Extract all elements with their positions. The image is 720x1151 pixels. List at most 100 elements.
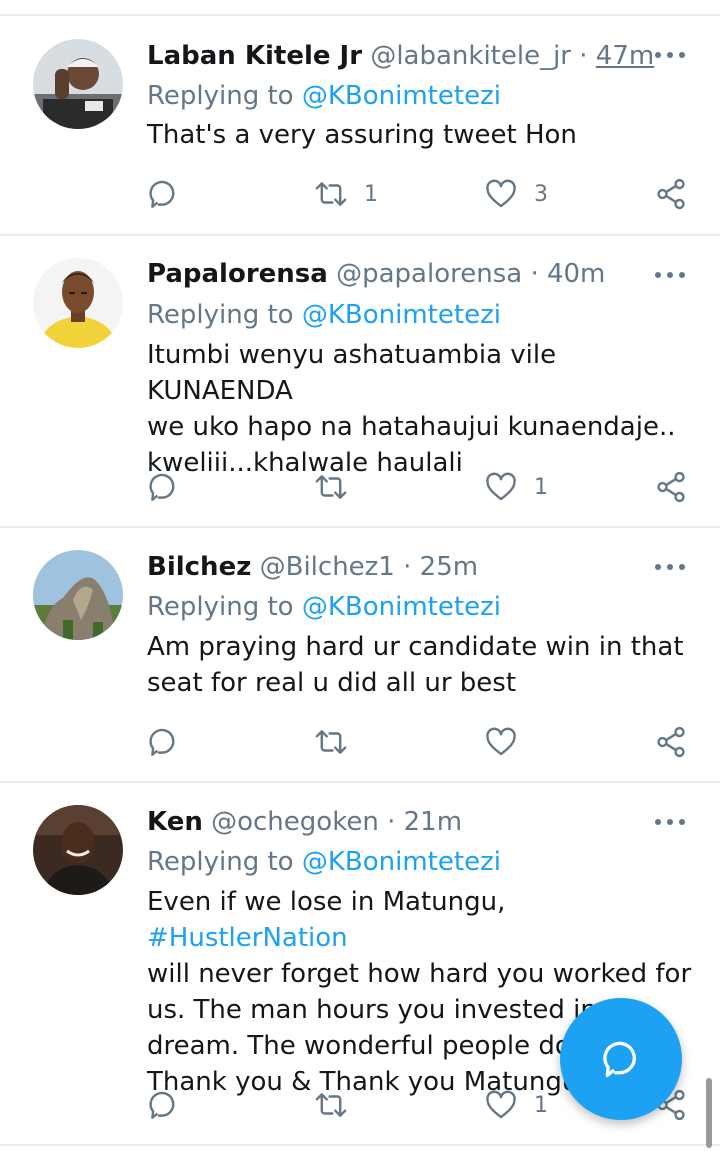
tweet-header: Bilchez @Bilchez1 · 25m [147, 549, 478, 585]
heart-icon [486, 1090, 516, 1119]
avatar-image [33, 550, 123, 640]
user-handle[interactable]: @labankitele_jr [370, 41, 571, 71]
retweet-icon [315, 1093, 347, 1117]
user-handle[interactable]: @ochegoken [211, 807, 379, 837]
heart-icon [486, 727, 516, 756]
more-options-button[interactable] [652, 552, 688, 582]
retweet-button[interactable] [314, 722, 364, 762]
share-icon [657, 178, 685, 210]
share-button[interactable] [654, 722, 688, 762]
retweet-button[interactable] [314, 1085, 364, 1125]
retweet-button[interactable]: 1 [314, 174, 378, 214]
tweet-divider [0, 1144, 720, 1146]
separator-dot: · [387, 807, 396, 837]
user-handle[interactable]: @Bilchez1 [260, 552, 395, 582]
scrollbar[interactable] [706, 1078, 712, 1148]
mention-link[interactable]: @KBonimtetezi [302, 592, 501, 622]
heart-icon [486, 179, 516, 208]
timestamp[interactable]: 40m [547, 259, 605, 289]
share-icon [657, 471, 685, 503]
like-button[interactable]: 1 [484, 467, 548, 507]
tweet-text-start: Even if we lose in Matungu, [147, 887, 506, 917]
reply-icon [149, 1091, 175, 1119]
tweet-divider [0, 234, 720, 236]
more-icon-dot [679, 272, 685, 278]
replying-to: Replying to @KBonimtetezi [147, 297, 501, 333]
retweet-count: 1 [364, 181, 378, 207]
retweet-button[interactable] [314, 467, 364, 507]
mention-link[interactable]: @KBonimtetezi [302, 300, 501, 330]
reply-icon [149, 473, 175, 501]
timestamp[interactable]: 25m [420, 552, 478, 582]
reply-icon [149, 728, 175, 756]
avatar-image [33, 258, 123, 348]
mention-link[interactable]: @KBonimtetezi [302, 847, 501, 877]
like-count: 1 [534, 474, 548, 500]
reply-button[interactable] [146, 722, 180, 762]
like-button[interactable]: 1 [484, 1085, 548, 1125]
avatar-image [33, 805, 123, 895]
avatar[interactable] [33, 805, 123, 895]
more-options-button[interactable] [652, 260, 688, 290]
reply-button[interactable] [146, 467, 180, 507]
share-button[interactable] [654, 174, 688, 214]
tweet-header: Ken @ochegoken · 21m [147, 804, 462, 840]
mention-link[interactable]: @KBonimtetezi [302, 81, 501, 111]
avatar[interactable] [33, 550, 123, 640]
separator-dot: · [579, 41, 588, 71]
separator-dot: · [403, 552, 412, 582]
tweet-header: Papalorensa @papalorensa · 40m [147, 256, 605, 292]
tweet-header: Laban Kitele Jr @labankitele_jr · 47m [147, 38, 654, 74]
hashtag-link[interactable]: #HustlerNation [147, 923, 348, 953]
user-handle[interactable]: @papalorensa [336, 259, 522, 289]
replying-to-label: Replying to [147, 300, 294, 330]
reply-button[interactable] [146, 174, 180, 214]
top-divider [0, 14, 720, 16]
more-options-button[interactable] [652, 807, 688, 837]
more-options-button[interactable] [652, 40, 688, 70]
display-name[interactable]: Bilchez [147, 552, 251, 582]
display-name[interactable]: Laban Kitele Jr [147, 41, 362, 71]
like-button[interactable] [484, 722, 534, 762]
more-icon-dot [667, 52, 673, 58]
more-icon-dot [667, 272, 673, 278]
heart-icon [486, 472, 516, 501]
replying-to-label: Replying to [147, 847, 294, 877]
replying-to: Replying to @KBonimtetezi [147, 589, 501, 625]
avatar[interactable] [33, 39, 123, 129]
replying-to-label: Replying to [147, 592, 294, 622]
display-name[interactable]: Ken [147, 807, 203, 837]
timestamp[interactable]: 21m [404, 807, 462, 837]
share-icon [657, 726, 685, 758]
tweet-text: That's a very assuring tweet Hon [147, 120, 577, 150]
tweet-text: Am praying hard ur candidate win in that… [147, 632, 684, 698]
retweet-icon [315, 475, 347, 499]
tweet-text: Itumbi wenyu ashatuambia vile KUNAENDA w… [147, 340, 676, 478]
avatar-image [33, 39, 123, 129]
retweet-icon [315, 730, 347, 754]
more-icon-dot [679, 564, 685, 570]
avatar[interactable] [33, 258, 123, 348]
display-name[interactable]: Papalorensa [147, 259, 328, 289]
tweet-divider [0, 526, 720, 528]
more-icon-dot [679, 819, 685, 825]
more-icon [655, 819, 661, 825]
more-icon [655, 564, 661, 570]
more-icon [655, 52, 661, 58]
more-icon [655, 272, 661, 278]
like-button[interactable]: 3 [484, 174, 548, 214]
more-icon-dot [667, 564, 673, 570]
like-count: 3 [534, 181, 548, 207]
timestamp[interactable]: 47m [596, 41, 654, 71]
tweet-divider [0, 781, 720, 783]
replying-to: Replying to @KBonimtetezi [147, 844, 501, 880]
reply-button[interactable] [146, 1085, 180, 1125]
like-count: 1 [534, 1092, 548, 1118]
retweet-icon [315, 182, 347, 206]
share-button[interactable] [654, 467, 688, 507]
compose-reply-icon [603, 1041, 636, 1078]
replying-to: Replying to @KBonimtetezi [147, 78, 501, 114]
compose-reply-button[interactable] [560, 998, 682, 1120]
reply-icon [149, 180, 175, 208]
more-icon-dot [667, 819, 673, 825]
